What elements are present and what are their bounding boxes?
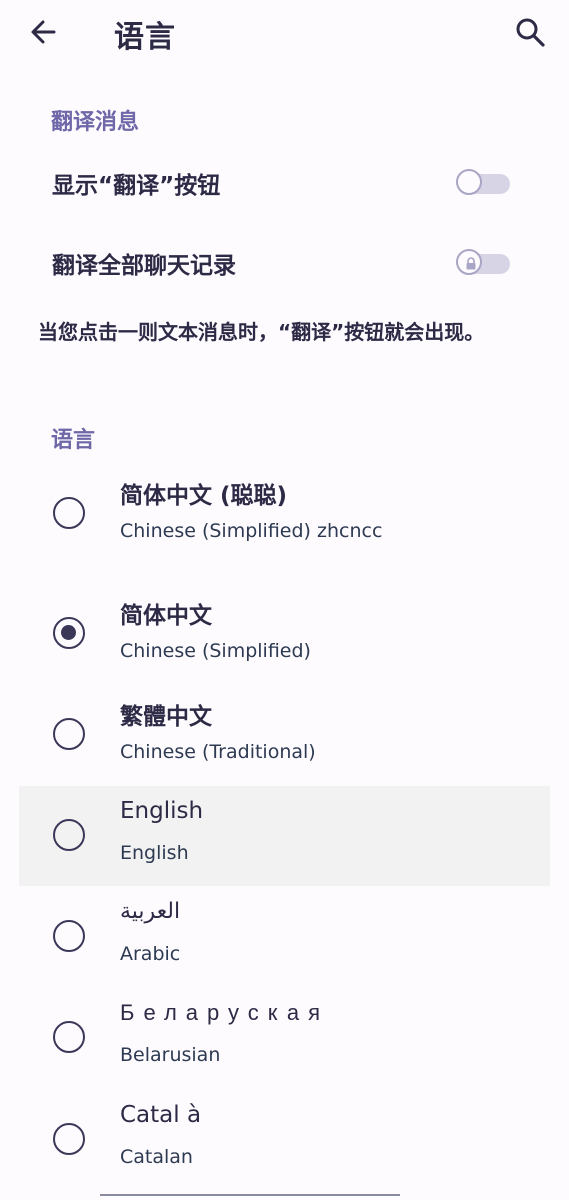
language-item-catalan[interactable]: Catal à Catalan xyxy=(19,1090,550,1190)
language-item-english[interactable]: English English xyxy=(19,786,550,886)
toggle-label: 翻译全部聊天记录 xyxy=(52,253,236,279)
language-name: 简体中文 (聪聪) xyxy=(120,483,288,509)
arrow-left-icon xyxy=(31,20,56,44)
language-english-name: Chinese (Traditional) xyxy=(120,741,316,763)
language-english-name: English xyxy=(120,842,189,864)
language-english-name: Chinese (Simplified) zhcncc xyxy=(120,520,383,542)
language-name: Беларуская xyxy=(120,1000,330,1025)
language-item-belarusian[interactable]: Беларуская Belarusian xyxy=(19,988,550,1088)
radio-button[interactable] xyxy=(53,819,85,851)
lock-icon xyxy=(466,257,476,270)
show-translate-button-switch[interactable] xyxy=(456,169,512,198)
translate-all-history-switch[interactable] xyxy=(456,249,512,278)
next-item-cutoff xyxy=(100,1186,400,1200)
search-button[interactable] xyxy=(512,14,548,50)
language-english-name: Arabic xyxy=(120,943,181,965)
radio-button-selected[interactable] xyxy=(53,617,85,649)
language-name: Catal à xyxy=(120,1102,202,1128)
language-name: 繁體中文 xyxy=(120,704,212,730)
language-english-name: Catalan xyxy=(120,1146,193,1168)
language-item-zh-traditional[interactable]: 繁體中文 Chinese (Traditional) xyxy=(19,685,550,785)
language-item-zh-simplified[interactable]: 简体中文 Chinese (Simplified) xyxy=(19,584,550,684)
back-button[interactable] xyxy=(26,14,62,50)
switch-thumb xyxy=(456,169,482,195)
radio-button[interactable] xyxy=(53,1021,85,1053)
radio-button[interactable] xyxy=(53,718,85,750)
radio-button[interactable] xyxy=(53,920,85,952)
language-name: English xyxy=(120,798,204,824)
app-bar: 语言 xyxy=(0,0,569,66)
radio-button[interactable] xyxy=(53,1123,85,1155)
language-section-header: 语言 xyxy=(51,428,96,453)
scroll-edge-line xyxy=(100,1194,400,1196)
radio-button[interactable] xyxy=(53,497,85,529)
toggle-label: 显示“翻译”按钮 xyxy=(52,173,221,199)
translate-all-history-row[interactable]: 翻译全部聊天记录 xyxy=(0,228,569,298)
search-icon xyxy=(516,18,545,47)
language-item-zhcncc[interactable]: 简体中文 (聪聪) Chinese (Simplified) zhcncc xyxy=(19,464,550,564)
switch-thumb xyxy=(456,249,482,275)
language-item-arabic[interactable]: العربية Arabic xyxy=(19,887,550,987)
language-english-name: Belarusian xyxy=(120,1044,221,1066)
show-translate-button-row[interactable]: 显示“翻译”按钮 xyxy=(0,148,569,218)
language-settings-screen: 语言 翻译消息 显示“翻译”按钮 翻译全部聊天记录 当您点击一则文本消息时，“翻… xyxy=(0,0,569,1200)
page-title: 语言 xyxy=(114,20,176,55)
language-name: العربية xyxy=(120,899,181,924)
translate-description: 当您点击一则文本消息时，“翻译”按钮就会出现。 xyxy=(38,320,485,344)
translate-section-header: 翻译消息 xyxy=(51,110,140,135)
language-name: 简体中文 xyxy=(120,603,212,629)
language-english-name: Chinese (Simplified) xyxy=(120,640,311,662)
